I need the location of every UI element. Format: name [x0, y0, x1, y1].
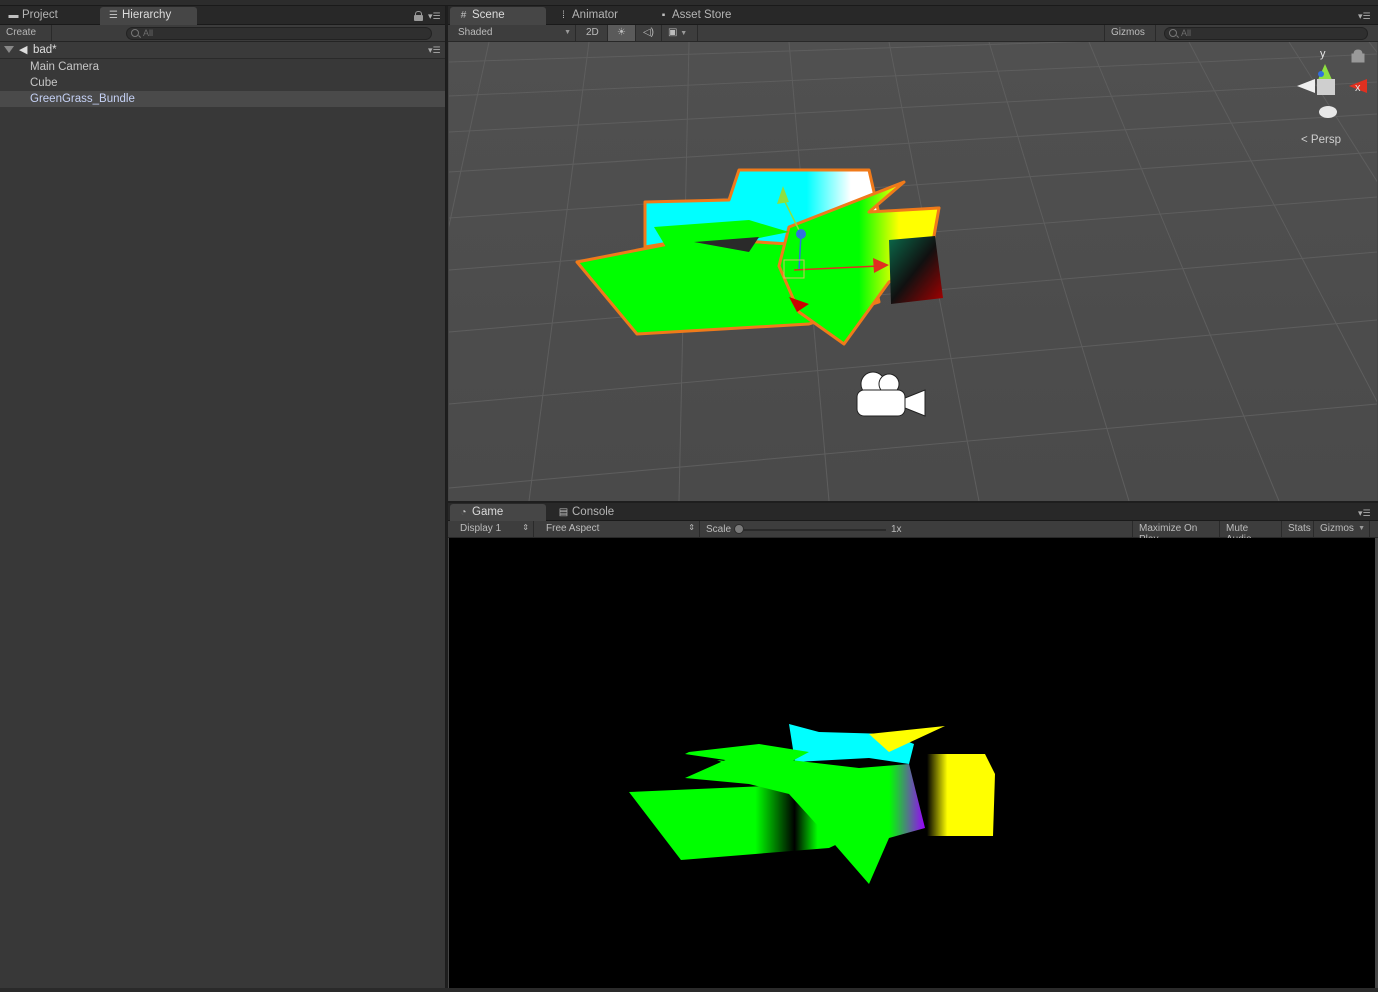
console-icon: ▤: [558, 507, 569, 518]
tab-project-label: Project: [22, 9, 58, 21]
scale-label: Scale: [706, 524, 732, 535]
projection-toggle[interactable]: < Persp: [1301, 134, 1341, 146]
mode-2d-label: 2D: [586, 27, 599, 38]
projection-label: Persp: [1310, 134, 1341, 146]
search-placeholder: All: [1181, 28, 1192, 38]
scene-panel: # Scene ⁞ Animator ▪ Asset Store ▾☰ Shad…: [448, 6, 1378, 501]
cube-mesh[interactable]: [889, 236, 943, 304]
tab-hierarchy-label: Hierarchy: [122, 9, 172, 21]
expand-triangle-icon[interactable]: [4, 46, 14, 53]
scene-search-input[interactable]: All: [1164, 27, 1368, 40]
hierarchy-search-input[interactable]: All: [126, 27, 432, 40]
tree-item-greengrass-bundle[interactable]: GreenGrass_Bundle: [0, 91, 445, 107]
hierarchy-tabbar: ▬ Project ☰ Hierarchy ▾☰: [0, 6, 445, 25]
game-canvas: [629, 724, 995, 884]
dropdown-arrow-icon: ▼: [564, 29, 571, 36]
scene-effects-dropdown[interactable]: ▣ ▼: [662, 25, 698, 41]
tree-item-label: GreenGrass_Bundle: [30, 93, 135, 105]
dropdown-arrow-icon: ▼: [1358, 525, 1365, 532]
create-button-label: Create: [6, 27, 37, 38]
aspect-label: Free Aspect: [546, 523, 600, 534]
stats-toggle[interactable]: Stats: [1282, 521, 1314, 537]
greengrass-render: [629, 724, 995, 884]
greengrass-bundle-mesh[interactable]: [575, 168, 941, 346]
gizmo-lock-icon[interactable]: [1351, 49, 1365, 63]
unity-scene-icon: ◀: [19, 44, 28, 56]
mode-2d-button[interactable]: 2D: [580, 25, 608, 41]
bottom-status-bar: [0, 988, 1378, 992]
tab-hierarchy[interactable]: ☰ Hierarchy: [100, 7, 197, 25]
scene-tabbar: # Scene ⁞ Animator ▪ Asset Store ▾☰: [448, 6, 1378, 25]
scale-slider-track[interactable]: [738, 529, 886, 531]
scene-toolbar: Shaded ▼ 2D ☀ ◁) ▣ ▼ Gizmos ▼ All: [448, 25, 1378, 48]
pacman-icon: ◔: [460, 507, 467, 518]
scene-lighting-button[interactable]: ☀: [608, 25, 636, 41]
panel-menu-icon[interactable]: ▾☰: [1358, 508, 1371, 518]
dropdown-arrow-icon: ▼: [680, 30, 688, 37]
aspect-dropdown[interactable]: Free Aspect ⇕: [540, 521, 700, 537]
game-toolbar: Display 1 ⇕ Free Aspect ⇕ Scale 1x Maxim…: [448, 521, 1378, 545]
scene-gizmos-dropdown[interactable]: Gizmos ▼: [1104, 25, 1156, 48]
tab-asset-store[interactable]: ▪ Asset Store: [650, 7, 760, 25]
back-arrow-icon: <: [1301, 134, 1308, 146]
display-dropdown[interactable]: Display 1 ⇕: [454, 521, 534, 537]
tab-game-label: Game: [472, 506, 504, 518]
search-icon: [1169, 29, 1177, 37]
scene-audio-button[interactable]: ◁): [636, 25, 662, 41]
tab-animator[interactable]: ⁞ Animator: [550, 7, 650, 25]
maximize-on-play-toggle[interactable]: Maximize On Play: [1132, 521, 1220, 545]
hierarchy-toolbar: Create ▼ All: [0, 25, 445, 48]
scene-menu-icon[interactable]: ▾☰: [428, 45, 441, 55]
search-placeholder: All: [143, 28, 154, 38]
scale-value: 1x: [891, 524, 902, 535]
tab-scene-label: Scene: [472, 9, 505, 21]
game-gizmos-dropdown[interactable]: Gizmos ▼: [1314, 521, 1370, 537]
tab-console[interactable]: ▤ Console: [550, 504, 636, 522]
axis-y-label: y: [1320, 48, 1326, 60]
speaker-icon: ◁): [642, 27, 655, 38]
search-icon: [131, 29, 139, 37]
sun-icon: ☀: [617, 27, 626, 38]
create-button[interactable]: Create ▼: [0, 25, 52, 48]
game-panel: ◔ Game ▤ Console ▾☰ Display 1 ⇕ Free Asp…: [448, 503, 1378, 992]
tree-item-main-camera[interactable]: Main Camera: [0, 59, 445, 75]
tab-project[interactable]: ▬ Project: [0, 7, 100, 25]
camera-gizmo-icon[interactable]: [856, 371, 926, 417]
hierarchy-list-icon: ☰: [109, 10, 118, 21]
scene-root-row[interactable]: ◀ bad* ▾☰: [0, 42, 445, 59]
display-label: Display 1: [460, 523, 502, 534]
updown-arrow-icon: ⇕: [522, 523, 529, 532]
grid-icon: #: [460, 10, 467, 21]
tree-item-cube[interactable]: Cube: [0, 75, 445, 91]
mute-audio-toggle[interactable]: Mute Audio: [1220, 521, 1282, 545]
tab-scene[interactable]: # Scene: [450, 7, 546, 25]
shading-mode-dropdown[interactable]: Shaded ▼: [452, 25, 576, 41]
tab-asset-store-label: Asset Store: [672, 9, 732, 21]
axis-x-label: x: [1355, 82, 1361, 94]
tree-item-label: Main Camera: [30, 61, 100, 73]
updown-arrow-icon: ⇕: [688, 523, 695, 532]
shading-mode-label: Shaded: [458, 27, 493, 38]
tab-game[interactable]: ◔ Game: [450, 504, 546, 522]
tab-animator-label: Animator: [572, 9, 619, 21]
panel-menu-icon[interactable]: ▾☰: [1358, 11, 1371, 21]
scale-slider-handle[interactable]: [734, 524, 744, 534]
lock-icon[interactable]: [414, 11, 423, 21]
scene-name: bad*: [33, 44, 57, 56]
game-viewport[interactable]: [449, 538, 1375, 990]
tree-item-label: Cube: [30, 77, 58, 89]
animator-icon: ⁞: [562, 10, 565, 21]
panel-menu-icon[interactable]: ▾☰: [428, 11, 441, 21]
gizmos-label: Gizmos: [1320, 523, 1354, 534]
hierarchy-panel: ▬ Project ☰ Hierarchy ▾☰ Create ▼ All ◀ …: [0, 6, 446, 992]
folder-icon: ▬: [8, 10, 19, 21]
game-tabbar: ◔ Game ▤ Console ▾☰: [448, 503, 1378, 522]
tab-console-label: Console: [572, 506, 615, 518]
gizmos-label: Gizmos: [1111, 27, 1145, 38]
image-effects-icon: ▣: [668, 27, 678, 38]
stats-label: Stats: [1288, 523, 1311, 534]
store-bag-icon: ▪: [661, 10, 666, 21]
scene-canvas: [449, 42, 1377, 501]
scene-viewport[interactable]: y x < Persp: [449, 42, 1377, 501]
